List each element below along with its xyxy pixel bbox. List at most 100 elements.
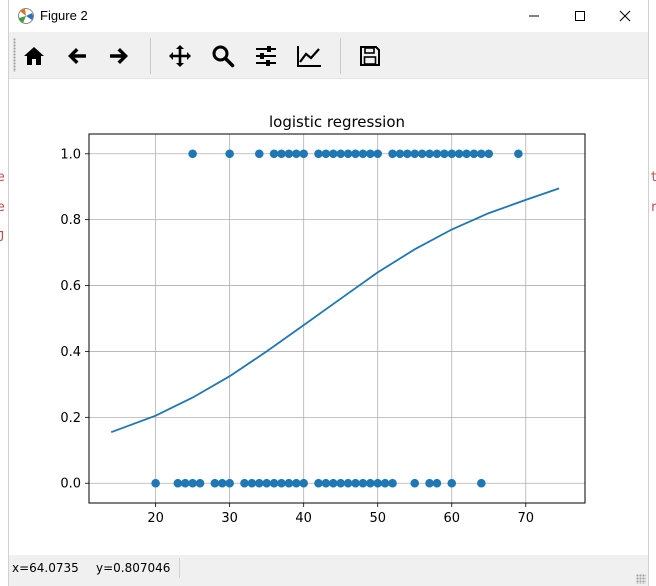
data-point <box>380 478 390 488</box>
back-button[interactable] <box>60 39 94 73</box>
data-point <box>425 149 434 159</box>
data-point <box>477 478 486 488</box>
y-tick-label: 0.0 <box>60 477 81 492</box>
sliders-icon <box>256 46 276 66</box>
subplots-button[interactable] <box>249 39 283 73</box>
data-point <box>343 478 353 488</box>
data-point <box>247 478 257 488</box>
data-point <box>195 478 205 488</box>
data-point <box>425 478 434 488</box>
y-tick-label: 0.4 <box>60 345 81 360</box>
zoom-button[interactable] <box>206 39 240 73</box>
data-point <box>336 478 346 488</box>
data-point <box>151 478 160 488</box>
title-bar: Figure 2 <box>9 0 648 32</box>
x-tick-label: 20 <box>147 511 164 526</box>
close-button[interactable] <box>602 0 648 32</box>
data-point <box>269 478 279 488</box>
data-point <box>395 149 405 159</box>
save-button[interactable] <box>353 39 387 73</box>
data-point <box>373 478 383 488</box>
minimize-button[interactable] <box>511 0 557 32</box>
resize-grip[interactable] <box>636 574 646 584</box>
grid-lines <box>89 134 585 503</box>
status-separator <box>179 558 180 578</box>
matplotlib-app-icon <box>18 8 34 24</box>
data-point <box>299 478 308 488</box>
data-point <box>321 149 331 159</box>
data-point <box>225 478 234 488</box>
x-tick-label: 30 <box>221 511 238 526</box>
x-tick-label: 60 <box>443 511 460 526</box>
data-point <box>432 478 442 488</box>
data-point <box>284 149 294 159</box>
data-point <box>314 149 323 159</box>
tick-labels: 20 30 40 50 60 70 0.0 0.2 0.4 0.6 0.8 1.0 <box>60 147 534 526</box>
window-title: Figure 2 <box>40 8 88 23</box>
data-point <box>417 149 427 159</box>
cursor-x-readout: x=64.0735 <box>12 561 79 575</box>
data-point <box>277 478 286 488</box>
maximize-icon <box>575 11 585 21</box>
data-point <box>454 149 464 159</box>
data-point <box>462 149 471 159</box>
data-point <box>358 149 368 159</box>
home-button[interactable] <box>17 39 51 73</box>
figure-canvas[interactable]: 20 30 40 50 60 70 0.0 0.2 0.4 0.6 0.8 1.0 logistic … <box>9 79 648 555</box>
pan-button[interactable] <box>163 39 197 73</box>
background-app-edge-right: t r <box>648 0 656 586</box>
toolbar-separator <box>340 38 341 74</box>
forward-button[interactable] <box>102 39 136 73</box>
fitted-curve-layer <box>110 187 560 434</box>
fitted-logistic-curve <box>110 187 560 434</box>
x-tick-label: 50 <box>369 511 386 526</box>
background-app-edge-left: e e J <box>0 0 8 586</box>
data-point <box>514 149 523 159</box>
minimize-icon <box>529 15 539 17</box>
toolbar-separator <box>150 38 151 74</box>
line-chart-icon <box>297 46 321 67</box>
data-point <box>366 478 375 488</box>
data-point <box>277 149 286 159</box>
data-point <box>366 149 375 159</box>
data-point <box>351 149 360 159</box>
data-point <box>388 478 397 488</box>
data-point <box>328 149 338 159</box>
data-point <box>328 478 338 488</box>
maximize-button[interactable] <box>557 0 603 32</box>
data-point <box>262 478 271 488</box>
data-point <box>321 478 331 488</box>
status-bar: x=64.0735 y=0.807046 <box>9 555 648 586</box>
data-point <box>410 478 420 488</box>
arrow-right-icon <box>110 48 128 64</box>
x-tick-label: 40 <box>295 511 312 526</box>
floppy-disk-icon <box>360 46 380 66</box>
data-point <box>410 149 420 159</box>
data-point <box>447 149 457 159</box>
data-point <box>210 478 220 488</box>
data-point <box>469 149 479 159</box>
axes-frame <box>88 133 586 504</box>
data-point <box>447 478 457 488</box>
edit-axes-button[interactable] <box>292 39 326 73</box>
close-icon <box>619 10 631 22</box>
data-point <box>188 478 197 488</box>
data-point <box>477 149 486 159</box>
data-point <box>351 478 360 488</box>
data-point <box>225 149 234 159</box>
x-tick-label: 70 <box>518 511 535 526</box>
toolbar-grip[interactable] <box>13 38 16 72</box>
data-point <box>299 149 308 159</box>
data-point <box>291 149 301 159</box>
data-point <box>240 478 249 488</box>
data-point <box>403 149 412 159</box>
logistic-regression-chart: 20 30 40 50 60 70 0.0 0.2 0.4 0.6 0.8 1.0 logistic … <box>60 113 586 526</box>
data-point <box>284 478 294 488</box>
chart-title: logistic regression <box>269 113 405 131</box>
data-point <box>180 478 190 488</box>
data-point <box>343 149 353 159</box>
y-tick-label: 0.2 <box>60 411 81 426</box>
data-point <box>173 478 183 488</box>
magnifier-icon <box>212 45 235 68</box>
data-point <box>291 478 301 488</box>
